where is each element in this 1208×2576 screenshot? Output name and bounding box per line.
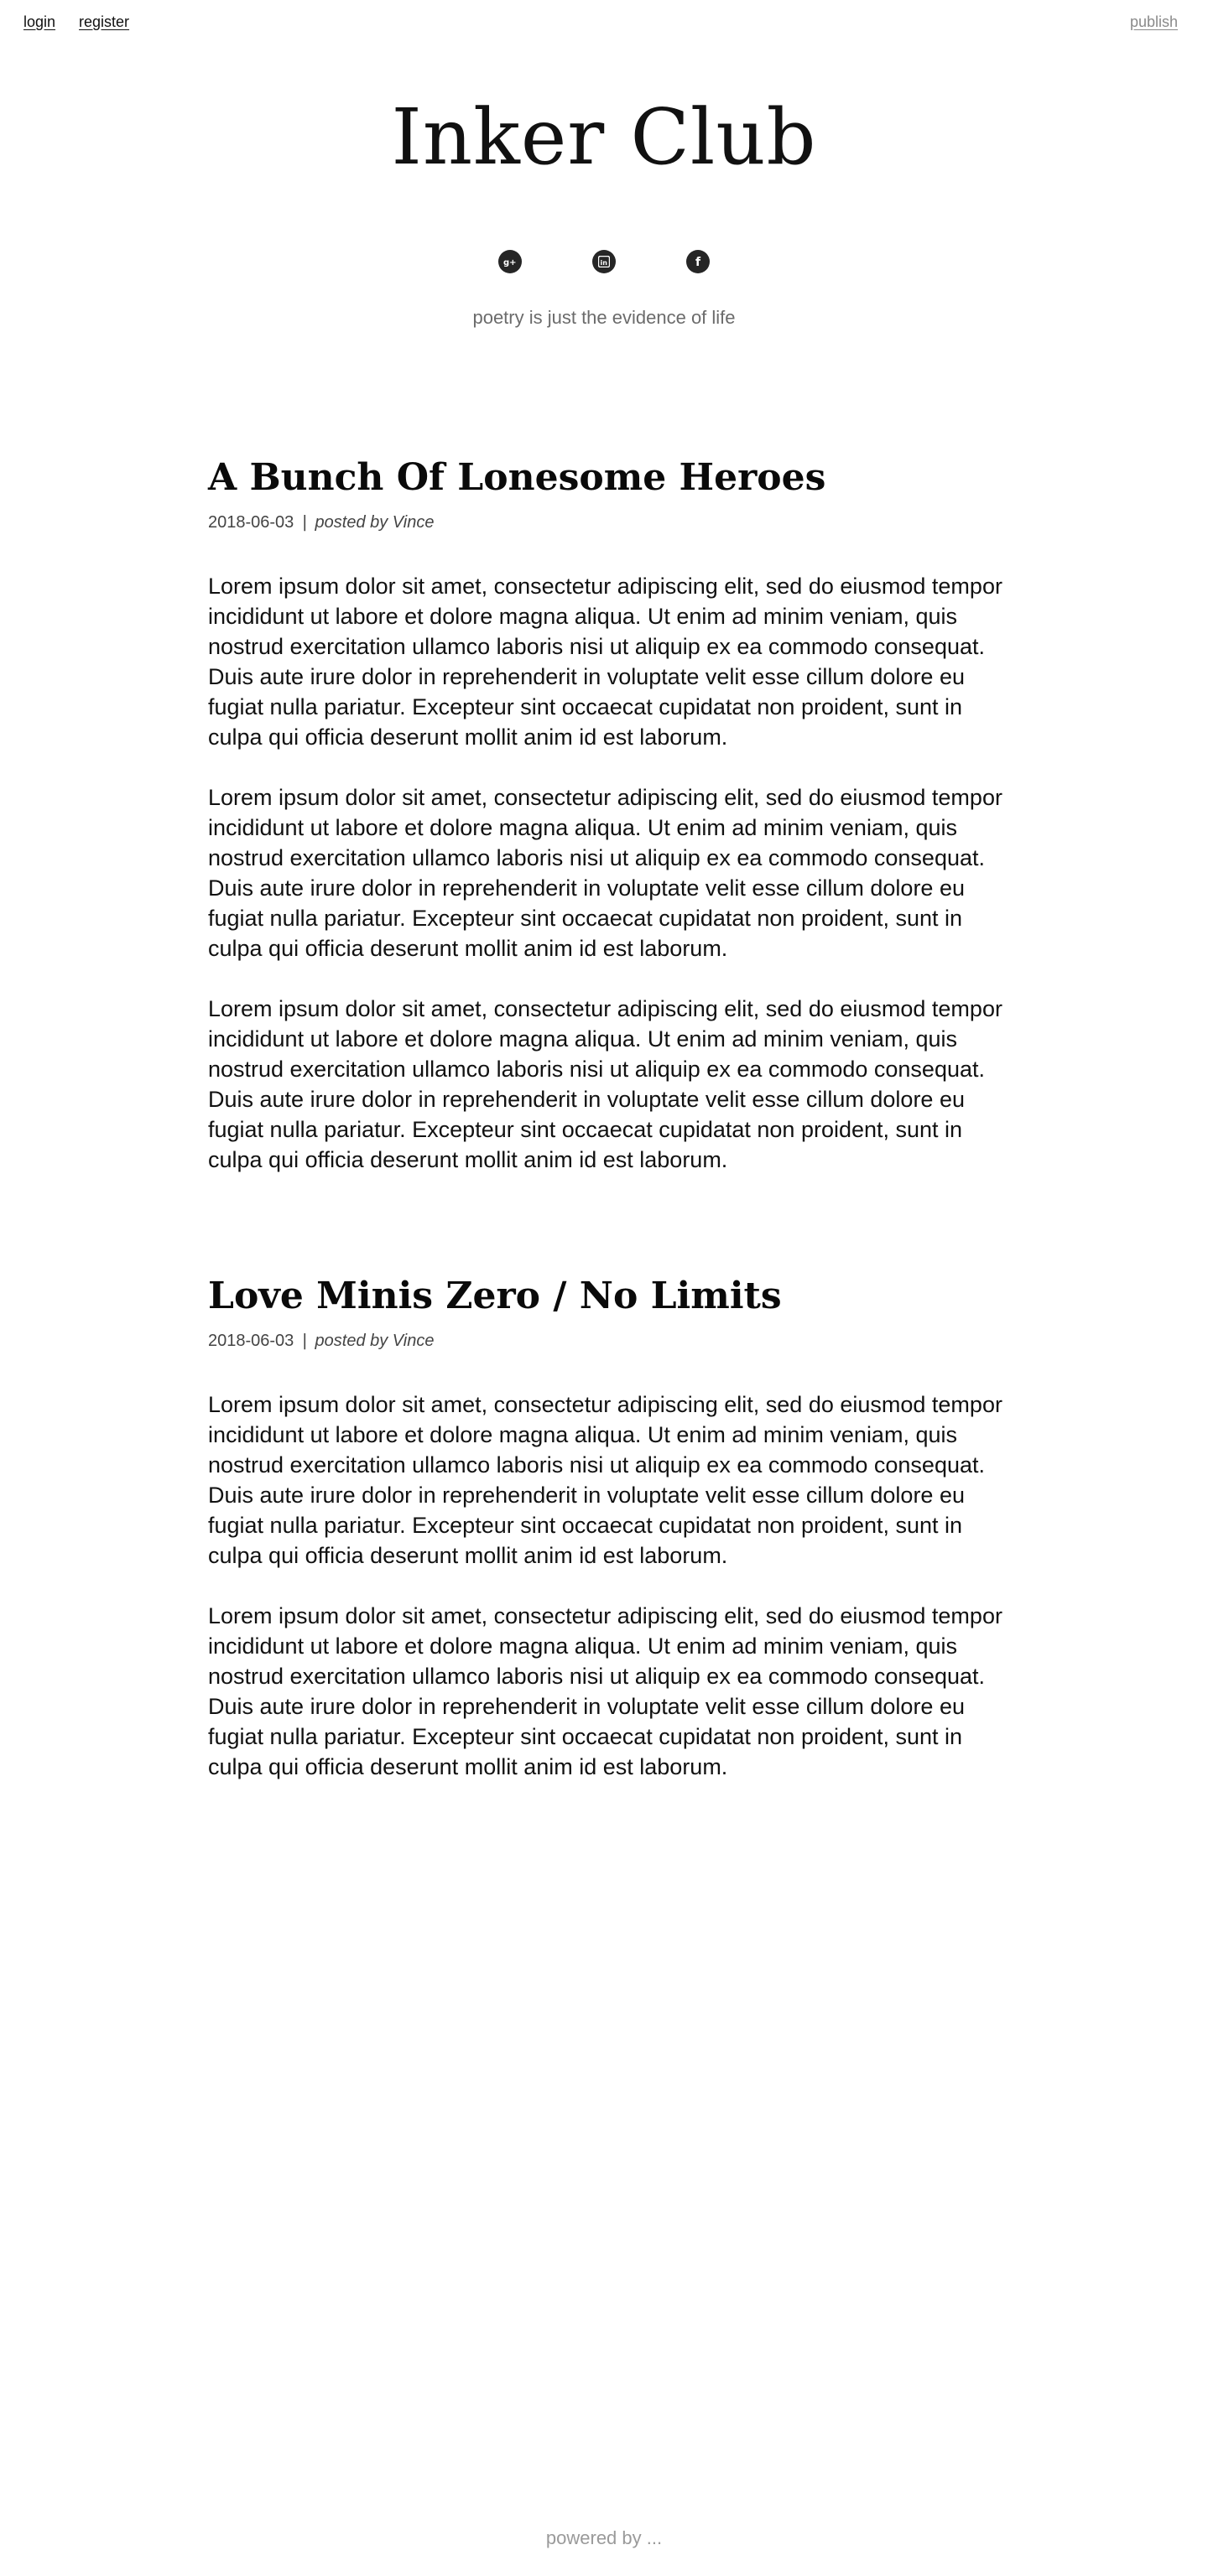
post-title[interactable]: A Bunch Of Lonesome Heroes bbox=[208, 457, 1013, 498]
post-body: Lorem ipsum dolor sit amet, consectetur … bbox=[208, 1389, 1013, 1782]
facebook-icon[interactable]: f bbox=[686, 250, 710, 273]
post-date: 2018-06-03 bbox=[208, 1332, 294, 1351]
svg-text:g+: g+ bbox=[503, 258, 517, 267]
svg-text:f: f bbox=[695, 256, 701, 268]
svg-text:in: in bbox=[601, 259, 608, 267]
top-nav: login register publish bbox=[23, 10, 1178, 34]
footer-text: powered by ... bbox=[545, 2527, 663, 2548]
google-plus-icon[interactable]: g+ bbox=[498, 250, 522, 273]
post-paragraph: Lorem ipsum dolor sit amet, consectetur … bbox=[208, 1603, 1002, 1780]
page: login register publish Inker Club g+ in … bbox=[0, 0, 1208, 2576]
post-title[interactable]: Love Minis Zero / No Limits bbox=[208, 1275, 1013, 1317]
social-links: g+ in f bbox=[0, 250, 1208, 273]
login-link[interactable]: login bbox=[23, 13, 55, 31]
site-title: Inker Club bbox=[391, 92, 817, 182]
post-paragraph: Lorem ipsum dolor sit amet, consectetur … bbox=[208, 996, 1002, 1173]
post-article: Love Minis Zero / No Limits 2018-06-03 |… bbox=[208, 1275, 1013, 1812]
meta-separator: | bbox=[302, 1332, 307, 1351]
auth-links: login register bbox=[23, 13, 129, 31]
post-body: Lorem ipsum dolor sit amet, consectetur … bbox=[208, 571, 1013, 1175]
linkedin-icon[interactable]: in bbox=[592, 250, 616, 273]
site-tagline: poetry is just the evidence of life bbox=[472, 307, 736, 328]
post-paragraph: Lorem ipsum dolor sit amet, consectetur … bbox=[208, 785, 1002, 962]
post-meta: 2018-06-03 | posted by Vince bbox=[208, 513, 1013, 532]
post-paragraph: Lorem ipsum dolor sit amet, consectetur … bbox=[208, 1392, 1002, 1569]
meta-separator: | bbox=[302, 513, 307, 532]
post-date: 2018-06-03 bbox=[208, 513, 294, 532]
post-paragraph: Lorem ipsum dolor sit amet, consectetur … bbox=[208, 574, 1002, 750]
post-author: posted by Vince bbox=[315, 513, 435, 532]
publish-link[interactable]: publish bbox=[1130, 13, 1178, 31]
post-author: posted by Vince bbox=[315, 1332, 435, 1351]
register-link[interactable]: register bbox=[79, 13, 129, 31]
post-article: A Bunch Of Lonesome Heroes 2018-06-03 | … bbox=[208, 457, 1013, 1205]
post-meta: 2018-06-03 | posted by Vince bbox=[208, 1332, 1013, 1351]
